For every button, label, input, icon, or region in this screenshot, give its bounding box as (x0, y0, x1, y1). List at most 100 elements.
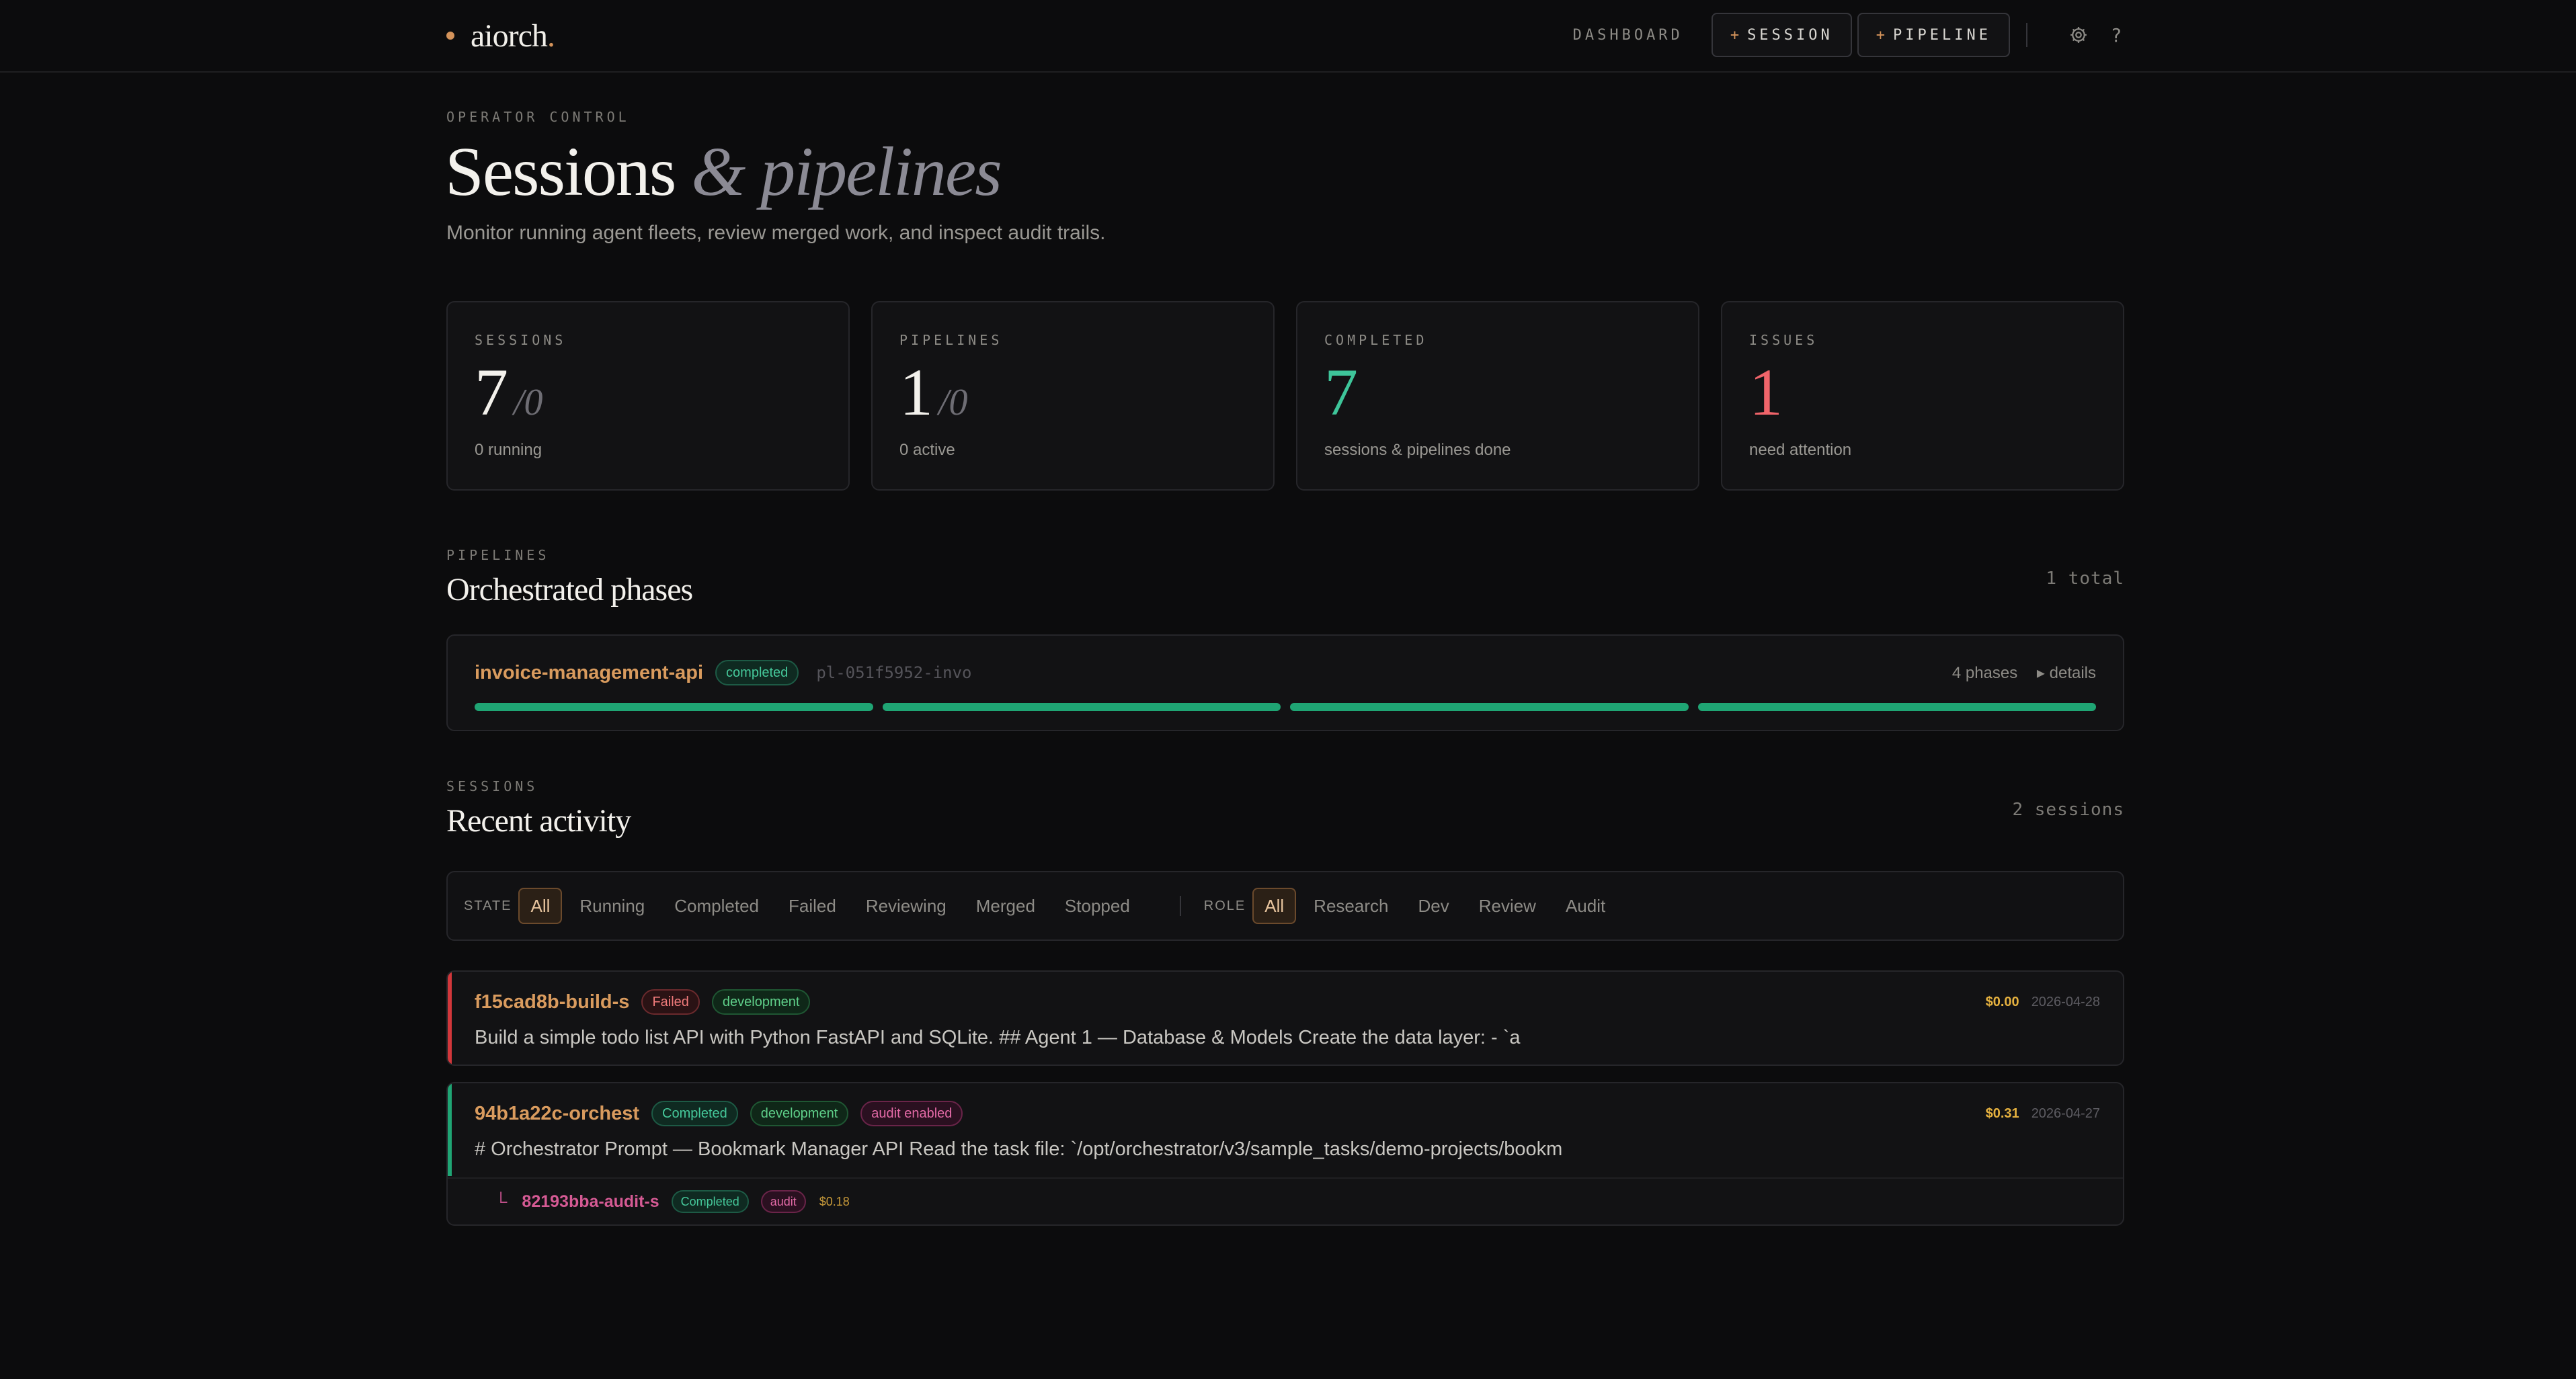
stat-secondary: /0 (938, 382, 968, 423)
filter-state-stopped[interactable]: Stopped (1053, 888, 1142, 924)
status-badge: completed (715, 660, 799, 685)
hero-eyebrow: OPERATOR CONTROL (446, 109, 630, 125)
session-status-accent (448, 1083, 452, 1176)
filter-state-reviewing[interactable]: Reviewing (854, 888, 959, 924)
stat-secondary: /0 (514, 382, 543, 423)
session-header: f15cad8b-build-s Failed development $0.0… (475, 988, 2100, 1016)
pipeline-meta: 4 phases ▸ details (1952, 663, 2096, 683)
session-header: 94b1a22c-orchest Completed development a… (475, 1099, 2100, 1128)
state-filter-label: STATE (464, 898, 512, 913)
stat-primary: 1 (899, 355, 933, 429)
stat-label: PIPELINES (899, 332, 1003, 348)
filter-role-dev[interactable]: Dev (1406, 888, 1461, 924)
pipeline-phase-progress (475, 703, 2096, 711)
session-name[interactable]: 94b1a22c-orchest (475, 1103, 639, 1125)
pipelines-count: 1 total (2046, 569, 2124, 589)
status-badge: Completed (671, 1190, 749, 1213)
filter-role-all[interactable]: All (1252, 888, 1297, 924)
filter-state-all[interactable]: All (518, 888, 563, 924)
filter-divider (1179, 896, 1181, 916)
brand-logo[interactable]: aiorch. (446, 13, 555, 58)
stat-value: 1 (1749, 359, 2096, 430)
top-bar: aiorch. DASHBOARD + SESSION + PIPELINE ? (0, 0, 2576, 73)
stat-label: ISSUES (1749, 332, 1818, 348)
brand-name: aiorch (471, 17, 548, 54)
phase-bar (882, 703, 1281, 711)
session-date: 2026-04-28 (2031, 994, 2100, 1009)
role-badge: audit (760, 1190, 806, 1213)
child-session-row[interactable]: └ 82193bba-audit-s Completed audit $0.18 (448, 1177, 2123, 1224)
new-session-button[interactable]: + SESSION (1711, 13, 1852, 57)
session-cost: $0.31 (1985, 1105, 2019, 1121)
new-pipeline-button[interactable]: + PIPELINE (1857, 13, 2010, 57)
phase-bar (475, 703, 873, 711)
gear-icon[interactable] (2065, 25, 2092, 45)
new-pipeline-label: PIPELINE (1893, 26, 1991, 44)
session-row[interactable]: f15cad8b-build-s Failed development $0.0… (446, 970, 2124, 1066)
sessions-eyebrow: SESSIONS (446, 778, 538, 794)
session-description: # Orchestrator Prompt — Bookmark Manager… (475, 1138, 1563, 1160)
pipeline-phase-count: 4 phases (1951, 663, 2018, 682)
status-badge: Completed (651, 1101, 738, 1126)
stat-primary: 7 (475, 355, 508, 429)
brand-period: . (547, 17, 555, 54)
session-name[interactable]: f15cad8b-build-s (475, 991, 629, 1013)
nav-dashboard-link[interactable]: DASHBOARD (1573, 27, 1683, 44)
page-title-main: Sessions (445, 133, 676, 210)
stat-value: 1 /0 (899, 359, 1246, 430)
nav-divider (2026, 23, 2027, 47)
stats-row: SESSIONS 7 /0 0 running PIPELINES 1 /0 0… (446, 301, 2124, 491)
help-icon[interactable]: ? (2103, 24, 2130, 46)
page-title-italic: & pipelines (691, 133, 1002, 210)
page-title: Sessions & pipelines (445, 132, 1002, 212)
stat-label: SESSIONS (475, 332, 567, 348)
session-row[interactable]: 94b1a22c-orchest Completed development a… (446, 1082, 2124, 1226)
new-session-label: SESSION (1747, 26, 1833, 44)
pipeline-header: invoice-management-api completed pl-051f… (475, 659, 2096, 687)
brand-dot-icon (446, 32, 454, 40)
filter-role-research[interactable]: Research (1301, 888, 1400, 924)
pipelines-eyebrow: PIPELINES (446, 547, 550, 563)
page-subtitle: Monitor running agent fleets, review mer… (446, 222, 1106, 244)
tree-branch-icon: └ (495, 1191, 508, 1212)
child-session-name[interactable]: 82193bba-audit-s (522, 1192, 659, 1212)
stat-footnote: sessions & pipelines done (1324, 441, 1511, 459)
phase-bar (1697, 703, 2096, 711)
audit-enabled-badge: audit enabled (860, 1101, 963, 1126)
session-description: Build a simple todo list API with Python… (475, 1027, 1521, 1048)
session-status-accent (448, 972, 452, 1064)
session-cost: $0.00 (1985, 994, 2019, 1009)
stat-primary: 7 (1324, 355, 1358, 429)
pipeline-details-toggle[interactable]: ▸ details (2037, 664, 2096, 682)
stat-footnote: 0 active (899, 441, 955, 459)
phase-bar (1290, 703, 1689, 711)
stat-footnote: 0 running (475, 441, 542, 459)
filter-role-audit[interactable]: Audit (1554, 888, 1617, 924)
filter-state-failed[interactable]: Failed (776, 888, 848, 924)
stat-value: 7 (1324, 359, 1671, 430)
stat-card-pipelines: PIPELINES 1 /0 0 active (871, 301, 1275, 491)
role-badge: development (750, 1101, 849, 1126)
filter-state-completed[interactable]: Completed (662, 888, 771, 924)
pipeline-name[interactable]: invoice-management-api (475, 662, 703, 684)
plus-icon: + (1876, 26, 1886, 44)
stat-card-sessions: SESSIONS 7 /0 0 running (446, 301, 850, 491)
pipelines-title: Orchestrated phases (446, 572, 693, 608)
stat-footnote: need attention (1749, 441, 1852, 459)
pipeline-card[interactable]: invoice-management-api completed pl-051f… (446, 634, 2124, 731)
sessions-count: 2 sessions (2012, 800, 2124, 820)
pipeline-id: pl-051f5952-invo (816, 663, 972, 682)
plus-icon: + (1730, 26, 1740, 44)
stat-card-issues: ISSUES 1 need attention (1721, 301, 2124, 491)
sessions-title: Recent activity (446, 803, 631, 839)
role-filter-label: ROLE (1203, 898, 1246, 913)
role-badge: development (711, 989, 811, 1015)
filter-bar: STATE All Running Completed Failed Revie… (446, 871, 2124, 941)
filter-state-running[interactable]: Running (567, 888, 657, 924)
stat-label: COMPLETED (1324, 332, 1428, 348)
stat-card-completed: COMPLETED 7 sessions & pipelines done (1296, 301, 1699, 491)
filter-state-merged[interactable]: Merged (964, 888, 1047, 924)
top-nav: DASHBOARD + SESSION + PIPELINE ? (1573, 12, 2130, 58)
child-session-cost: $0.18 (819, 1194, 850, 1208)
filter-role-review[interactable]: Review (1467, 888, 1548, 924)
